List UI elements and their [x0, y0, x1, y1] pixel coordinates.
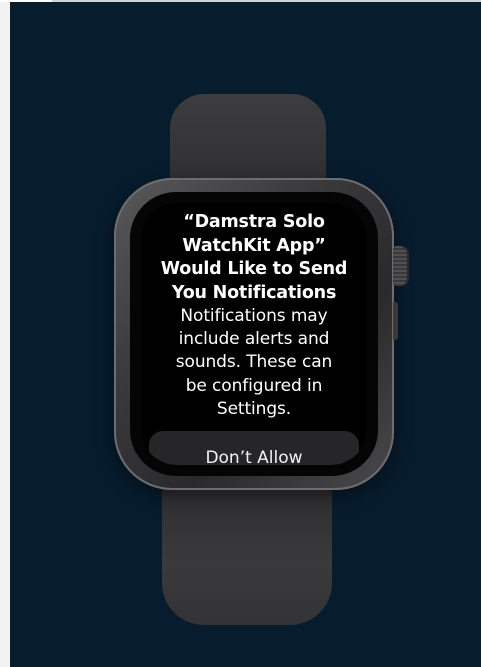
simulator-stage: “Damstra Solo WatchKit App” Would Like t… [10, 2, 481, 667]
dont-allow-button[interactable]: Don’t Allow [149, 431, 359, 465]
alert-title: “Damstra Solo WatchKit App” Would Like t… [160, 212, 348, 303]
watch-band-bottom [162, 470, 332, 625]
window-frame: “Damstra Solo WatchKit App” Would Like t… [0, 0, 481, 667]
digital-crown-icon[interactable] [393, 246, 409, 286]
alert-message: Notifications may include alerts and sou… [175, 306, 333, 419]
watch-screen: “Damstra Solo WatchKit App” Would Like t… [141, 203, 367, 465]
side-button[interactable] [393, 302, 398, 340]
